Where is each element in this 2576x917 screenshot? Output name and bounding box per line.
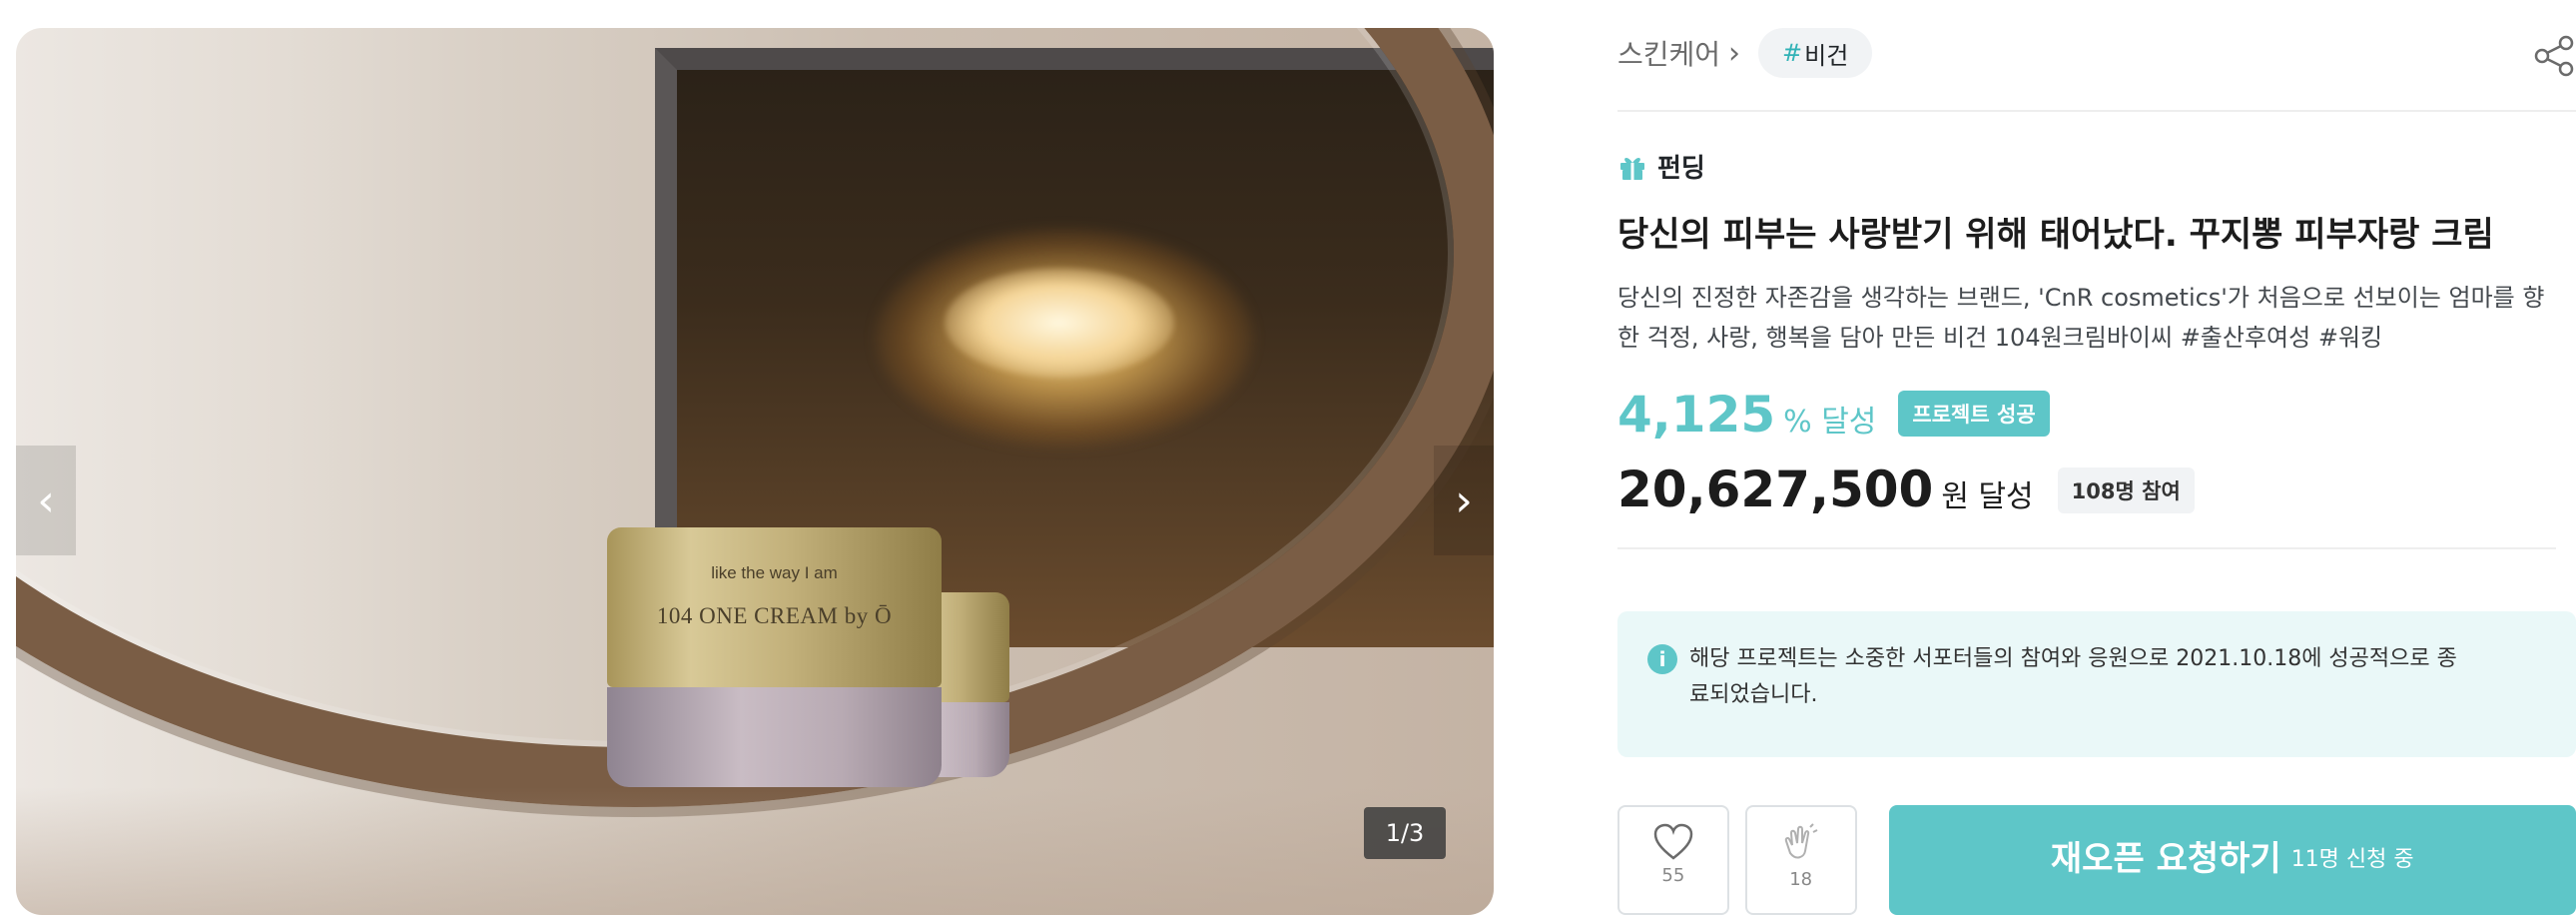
project-type-label: 펀딩	[1657, 154, 1705, 184]
project-title: 당신의 피부는 사랑받기 위해 태어났다. 꾸지뽕 피부자랑 크림	[1617, 215, 2494, 255]
heart-icon	[1653, 824, 1693, 860]
cheer-button[interactable]: 18	[1744, 805, 1857, 916]
action-bar: 55 18 재오픈 요청하기 11명 신청 중	[1617, 805, 2576, 916]
shelf-shadow	[16, 787, 1494, 915]
gallery-prev-button[interactable]: ‹	[16, 446, 76, 555]
tag-label: 비건	[1804, 41, 1849, 70]
jar-brand: 104 ONE CREAM by Ō	[656, 603, 893, 628]
breadcrumb: 스킨케어 › # 비건	[1617, 28, 2576, 78]
breadcrumb-category-link[interactable]: 스킨케어	[1617, 33, 1720, 73]
divider	[1617, 547, 2556, 550]
funded-amount-value: 20,627,500	[1617, 460, 1934, 519]
reopen-request-button[interactable]: 재오픈 요청하기 11명 신청 중	[1888, 805, 2576, 916]
image-counter: 1/3	[1364, 807, 1446, 859]
clap-icon	[1784, 823, 1818, 859]
info-icon: i	[1647, 644, 1677, 675]
product-jar-front: like the way I am 104 ONE CREAM by Ō	[607, 527, 942, 787]
chevron-right-icon: ›	[1455, 474, 1473, 526]
reopen-request-label: 재오픈 요청하기	[2050, 839, 2281, 880]
share-icon[interactable]	[2532, 34, 2576, 78]
project-description: 당신의 진정한 자존감을 생각하는 브랜드, 'CnR cosmetics'가 …	[1617, 284, 2545, 352]
chevron-left-icon: ‹	[37, 474, 55, 526]
funded-amount-unit: 원 달성	[1941, 479, 2034, 515]
product-image-gallery[interactable]: like the way I am 104 ONE CREAM by Ō ‹ ›…	[16, 28, 1494, 915]
achievement-rate-value: 4,125	[1617, 386, 1776, 445]
like-button[interactable]: 55	[1617, 805, 1729, 916]
reopen-request-count: 11명 신청 중	[2290, 847, 2414, 873]
completion-notice: i 해당 프로젝트는 소중한 서포터들의 참여와 응원으로 2021.10.18…	[1617, 611, 2576, 758]
achievement-rate: 4,125 % 달성 프로젝트 성공	[1617, 386, 2576, 447]
hash-icon: #	[1782, 39, 1803, 67]
funded-amount: 20,627,500 원 달성 108명 참여	[1617, 460, 2576, 521]
project-info: 스킨케어 › # 비건 펀딩 당신의 피부는 사랑받기 위해 태어났다. 꾸지뽕…	[1617, 28, 2576, 916]
project-type: 펀딩	[1617, 148, 2576, 185]
chevron-right-icon: ›	[1728, 35, 1741, 71]
like-count: 55	[1661, 865, 1685, 887]
gallery-next-button[interactable]: ›	[1434, 446, 1494, 555]
supporters-badge: 108명 참여	[2057, 467, 2195, 514]
notice-text: 해당 프로젝트는 소중한 서포터들의 참여와 응원으로 2021.10.18에 …	[1689, 646, 2457, 707]
jar-tagline: like the way I am	[711, 563, 838, 582]
status-badge: 프로젝트 성공	[1898, 391, 2050, 438]
gift-icon	[1620, 157, 1644, 180]
cheer-count: 18	[1789, 869, 1813, 891]
tag-chip[interactable]: # 비건	[1758, 28, 1873, 78]
achievement-rate-unit: % 달성	[1783, 405, 1877, 441]
divider	[1617, 110, 2576, 112]
